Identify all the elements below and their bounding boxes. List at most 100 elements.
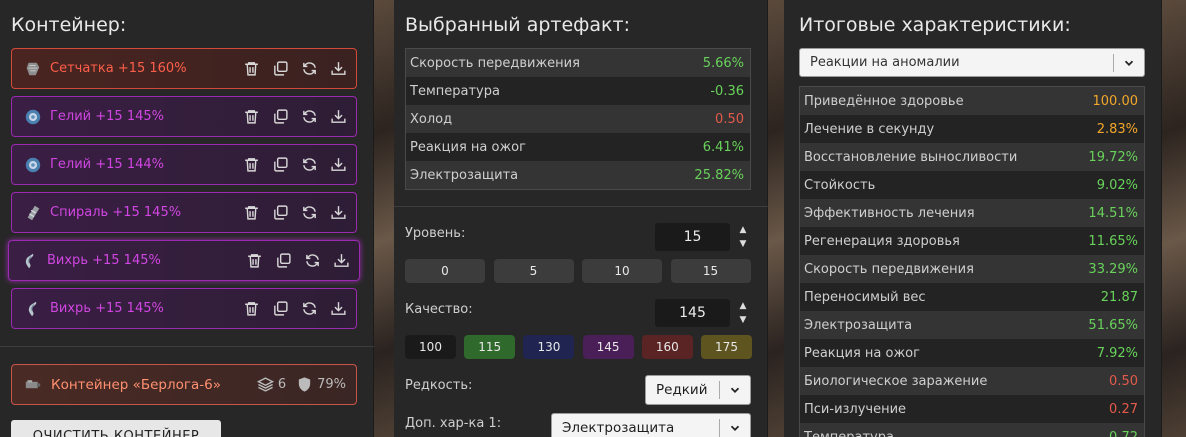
spiral-artifact-icon	[24, 204, 42, 222]
level-preset-button[interactable]: 15	[670, 259, 751, 283]
refresh-icon[interactable]	[298, 58, 320, 80]
refresh-icon[interactable]	[298, 106, 320, 128]
download-icon[interactable]	[327, 58, 349, 80]
stat-name: Температура	[410, 83, 500, 99]
level-input[interactable]: 15	[655, 223, 730, 251]
divider	[394, 206, 768, 207]
clear-container-button[interactable]: ОЧИСТИТЬ КОНТЕЙНЕР	[11, 420, 221, 437]
trash-icon[interactable]	[240, 202, 262, 224]
stat-row: Пси-излучение 0.27	[800, 395, 1144, 423]
stat-value: 0.50	[1109, 373, 1138, 389]
level-preset-button[interactable]: 10	[582, 259, 662, 283]
total-stats-title: Итоговые характеристики:	[799, 14, 1071, 36]
download-icon[interactable]	[330, 250, 352, 272]
stat-value: 5.66%	[702, 55, 744, 71]
quality-decrement[interactable]: ▼	[737, 314, 749, 326]
stats-filter-select[interactable]: Реакции на аномалии	[799, 48, 1145, 77]
container-icon	[24, 376, 42, 394]
stat-row: Биологическое заражение 0.50	[800, 367, 1144, 395]
download-icon[interactable]	[327, 154, 349, 176]
selected-artifact-panel: Выбранный артефакт: Скорость передвижени…	[394, 0, 768, 437]
background-strip	[768, 0, 784, 437]
level-increment[interactable]: ▲	[737, 224, 749, 236]
quality-preset-button[interactable]: 160	[641, 335, 693, 359]
level-preset-button[interactable]: 0	[405, 259, 485, 283]
stat-name: Биологическое заражение	[804, 373, 988, 389]
stat-name: Электрозащита	[804, 317, 913, 333]
quality-preset-button[interactable]: 175	[701, 335, 752, 359]
stat-name: Холод	[410, 111, 453, 127]
helium-artifact-icon	[24, 156, 42, 174]
container-card[interactable]: Контейнер «Берлога-6» 6 79%	[11, 364, 357, 405]
artifact-label: Сетчатка +15 160%	[50, 61, 187, 76]
artifact-item[interactable]: Гелий +15 144%	[11, 144, 357, 185]
level-decrement[interactable]: ▼	[737, 238, 749, 250]
quality-preset-button[interactable]: 100	[405, 335, 456, 359]
selected-artifact-title: Выбранный артефакт:	[405, 14, 630, 36]
trash-icon[interactable]	[240, 58, 262, 80]
trash-icon[interactable]	[240, 106, 262, 128]
stat-name: Восстановление выносливости	[804, 149, 1018, 165]
trash-icon[interactable]	[240, 154, 262, 176]
stat-row: Электрозащита 25.82%	[406, 161, 750, 189]
artifact-label: Спираль +15 145%	[50, 205, 182, 220]
stat-value: 0.72	[1109, 429, 1138, 437]
stat-value: 6.41%	[702, 139, 744, 155]
stat-name: Регенерация здоровья	[804, 233, 960, 249]
stat-value: 0.50	[715, 111, 744, 127]
stat-row: Реакция на ожог 7.92%	[800, 339, 1144, 367]
artifact-item[interactable]: Вихрь +15 145%	[11, 288, 357, 329]
shield-icon	[298, 377, 311, 392]
copy-icon[interactable]	[269, 202, 291, 224]
quality-preset-button[interactable]: 115	[464, 335, 516, 359]
copy-icon[interactable]	[269, 298, 291, 320]
trash-icon[interactable]	[240, 298, 262, 320]
stat-value: 100.00	[1092, 93, 1139, 109]
extra-stat-select[interactable]: Электрозащита	[551, 413, 751, 437]
stat-row: Температура 0.72	[800, 423, 1144, 437]
stat-row: Электрозащита 51.65%	[800, 311, 1144, 339]
download-icon[interactable]	[327, 202, 349, 224]
trash-icon[interactable]	[243, 250, 265, 272]
copy-icon[interactable]	[269, 58, 291, 80]
artifact-item[interactable]: Вихрь +15 145%	[8, 240, 360, 281]
quality-preset-button[interactable]: 145	[582, 335, 634, 359]
mesh-artifact-icon	[24, 60, 42, 78]
stat-name: Пси-излучение	[804, 401, 907, 417]
background-strip	[1162, 0, 1186, 437]
stat-row: Лечение в секунду 2.83%	[800, 115, 1144, 143]
quality-increment[interactable]: ▲	[737, 300, 749, 312]
stat-row: Приведённое здоровье 100.00	[800, 87, 1144, 115]
stat-name: Температура	[804, 429, 894, 437]
rarity-select[interactable]: Редкий	[645, 375, 751, 405]
stat-row: Восстановление выносливости 19.72%	[800, 143, 1144, 171]
stat-name: Лечение в секунду	[804, 121, 935, 137]
level-preset-button[interactable]: 5	[493, 259, 574, 283]
stat-name: Электрозащита	[410, 167, 519, 183]
refresh-icon[interactable]	[301, 250, 323, 272]
stat-name: Переносимый вес	[804, 289, 926, 305]
copy-icon[interactable]	[269, 154, 291, 176]
download-icon[interactable]	[327, 298, 349, 320]
stat-row: Реакция на ожог 6.41%	[406, 133, 750, 161]
artifact-item[interactable]: Сетчатка +15 160%	[11, 48, 357, 89]
copy-icon[interactable]	[272, 250, 294, 272]
artifact-item[interactable]: Гелий +15 145%	[11, 96, 357, 137]
stat-name: Эффективность лечения	[804, 205, 975, 221]
refresh-icon[interactable]	[298, 298, 320, 320]
stat-value: 11.65%	[1088, 233, 1138, 249]
refresh-icon[interactable]	[298, 202, 320, 224]
artifact-item[interactable]: Спираль +15 145%	[11, 192, 357, 233]
stat-value: 7.92%	[1096, 345, 1138, 361]
quality-preset-button[interactable]: 130	[523, 335, 575, 359]
download-icon[interactable]	[327, 106, 349, 128]
quality-input[interactable]: 145	[655, 299, 730, 327]
helium-artifact-icon	[24, 108, 42, 126]
refresh-icon[interactable]	[298, 154, 320, 176]
stat-row: Стойкость 9.02%	[800, 171, 1144, 199]
copy-icon[interactable]	[269, 106, 291, 128]
stat-row: Регенерация здоровья 11.65%	[800, 227, 1144, 255]
stat-value: 0.27	[1109, 401, 1138, 417]
stat-name: Скорость передвижения	[804, 261, 974, 277]
background-strip	[374, 0, 394, 437]
